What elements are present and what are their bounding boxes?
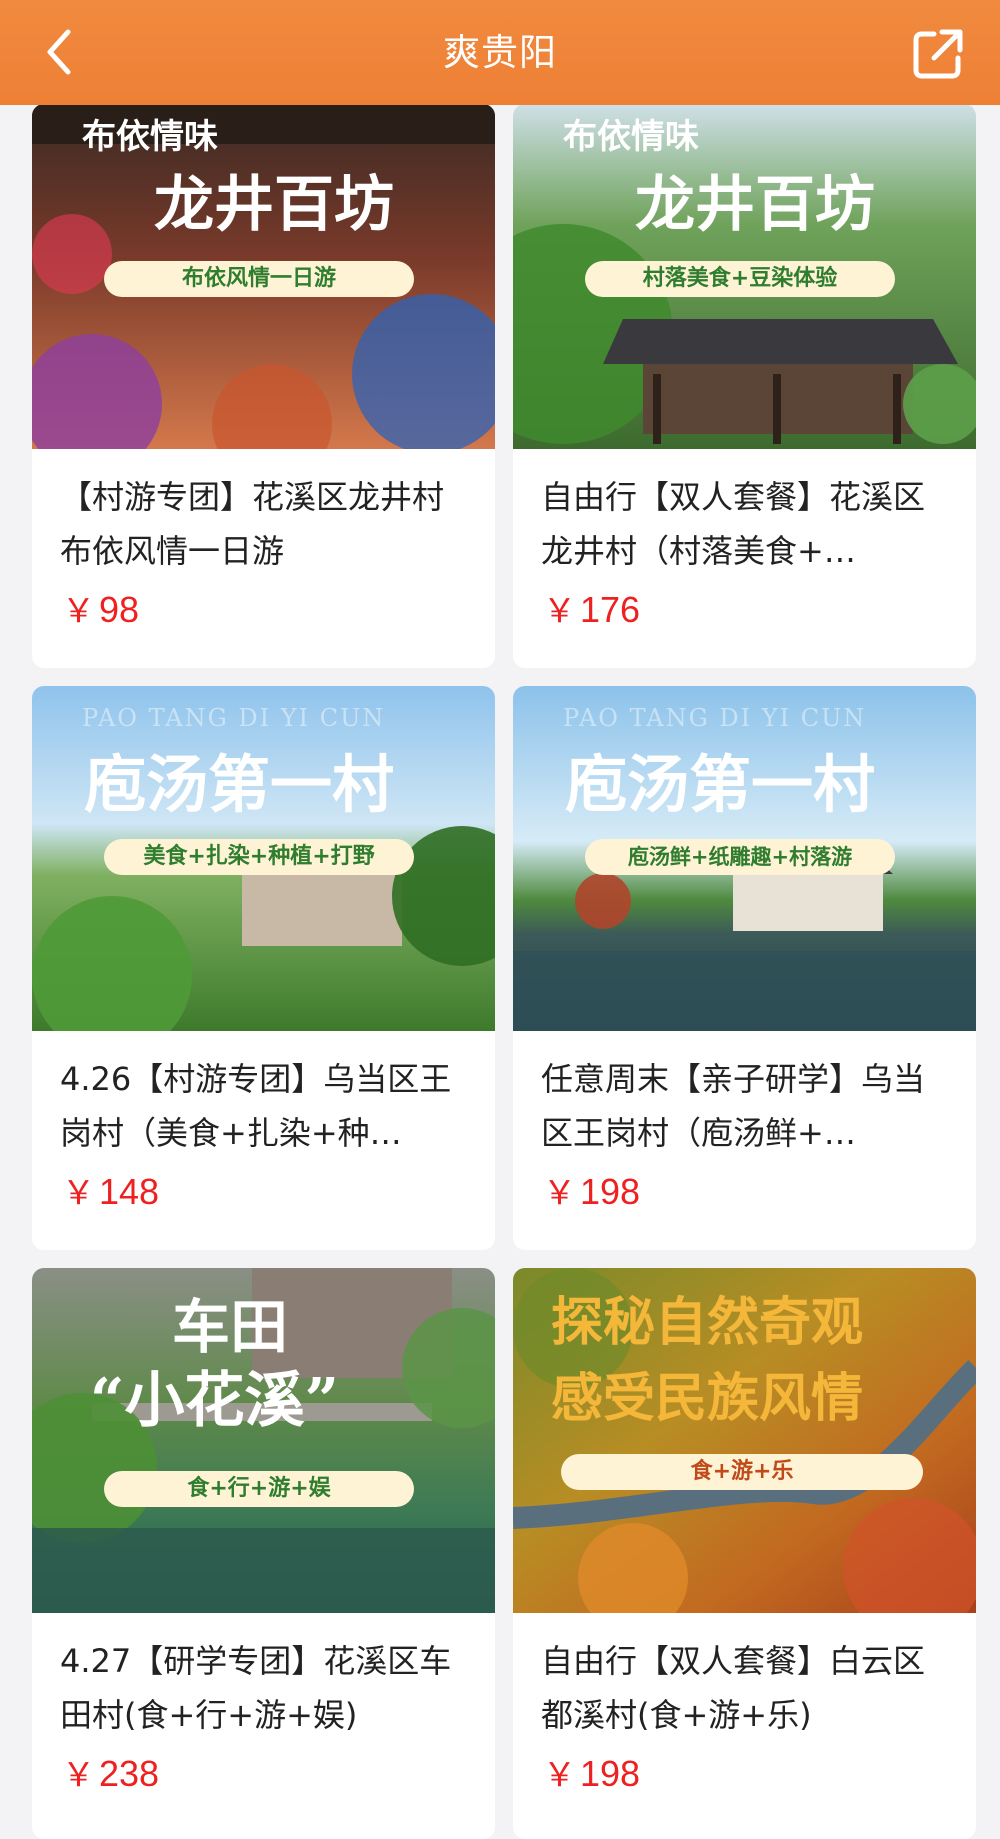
- currency-symbol: ￥: [62, 592, 95, 629]
- image-headline: “小花溪”: [90, 1366, 340, 1436]
- product-card[interactable]: PAO TANG DI YI CUN 庖汤第一村 美食+扎染+种植+打野 4.2…: [32, 686, 495, 1250]
- currency-symbol: ￥: [543, 1174, 576, 1211]
- product-card[interactable]: 车田 “小花溪” 食+行+游+娱 4.27【研学专团】花溪区车田村(食+行+游+…: [32, 1268, 495, 1839]
- product-card[interactable]: 布依情味 龙井百坊 布依风情一日游 【村游专团】花溪区龙井村布依风情一日游 ￥ 9…: [32, 104, 495, 668]
- product-name: 4.27【研学专团】花溪区车田村(食+行+游+娱): [60, 1642, 452, 1734]
- page-title: 爽贵阳: [443, 31, 557, 74]
- product-image: 探秘自然奇观 感受民族风情 食+游+乐: [513, 1268, 976, 1613]
- image-top-tag: 探秘自然奇观: [551, 1293, 864, 1353]
- price-value: 148: [99, 1171, 160, 1212]
- product-image: PAO TANG DI YI CUN 庖汤第一村 美食+扎染+种植+打野: [32, 686, 495, 1031]
- product-image: 布依情味 龙井百坊 村落美食+豆染体验: [513, 104, 976, 449]
- price-value: 98: [99, 589, 140, 630]
- price-value: 198: [580, 1753, 641, 1794]
- share-button[interactable]: [906, 22, 970, 86]
- image-ribbon: 村落美食+豆染体验: [585, 261, 895, 297]
- image-top-tag: PAO TANG DI YI CUN: [563, 704, 867, 732]
- image-ribbon: 食+行+游+娱: [104, 1471, 414, 1507]
- image-headline: 龙井百坊: [635, 170, 875, 240]
- image-top-tag: PAO TANG DI YI CUN: [82, 704, 386, 732]
- currency-symbol: ￥: [62, 1174, 95, 1211]
- product-card[interactable]: 布依情味 龙井百坊 村落美食+豆染体验 自由行【双人套餐】花溪区龙井村（村落美食…: [513, 104, 976, 668]
- product-price: ￥ 98: [62, 584, 139, 632]
- product-price: ￥ 198: [543, 1166, 640, 1214]
- product-image: 布依情味 龙井百坊 布依风情一日游: [32, 104, 495, 449]
- image-headline: 庖汤第一村: [84, 748, 395, 821]
- product-image: PAO TANG DI YI CUN 庖汤第一村 庖汤鲜+纸雕趣+村落游: [513, 686, 976, 1031]
- image-top-tag: 布依情味: [563, 117, 699, 157]
- product-name: 自由行【双人套餐】白云区都溪村(食+游+乐): [541, 1642, 926, 1734]
- product-name: 【村游专团】花溪区龙井村布依风情一日游: [60, 478, 445, 570]
- product-name: 自由行【双人套餐】花溪区龙井村（村落美食+…: [541, 478, 926, 570]
- currency-symbol: ￥: [543, 1756, 576, 1793]
- share-external-icon: [913, 29, 963, 79]
- image-headline: 庖汤第一村: [565, 748, 876, 821]
- image-headline: 龙井百坊: [154, 170, 394, 240]
- image-top-tag: 布依情味: [82, 117, 218, 157]
- image-ribbon: 庖汤鲜+纸雕趣+村落游: [585, 839, 895, 875]
- product-price: ￥ 148: [62, 1166, 159, 1214]
- product-price: ￥ 198: [543, 1748, 640, 1796]
- product-card[interactable]: PAO TANG DI YI CUN 庖汤第一村 庖汤鲜+纸雕趣+村落游 任意周…: [513, 686, 976, 1250]
- image-ribbon: 食+游+乐: [561, 1454, 923, 1490]
- product-grid: 布依情味 龙井百坊 布依风情一日游 【村游专团】花溪区龙井村布依风情一日游 ￥ 9…: [0, 0, 1000, 1839]
- currency-symbol: ￥: [543, 592, 576, 629]
- price-value: 238: [99, 1753, 160, 1794]
- product-price: ￥ 238: [62, 1748, 159, 1796]
- product-price: ￥ 176: [543, 584, 640, 632]
- product-image: 车田 “小花溪” 食+行+游+娱: [32, 1268, 495, 1613]
- image-headline: 感受民族风情: [551, 1369, 864, 1429]
- currency-symbol: ￥: [62, 1756, 95, 1793]
- top-nav-bar: 爽贵阳: [0, 0, 1000, 105]
- product-name: 任意周末【亲子研学】乌当区王岗村（庖汤鲜+…: [541, 1060, 926, 1152]
- image-ribbon: 美食+扎染+种植+打野: [104, 839, 414, 875]
- price-value: 198: [580, 1171, 641, 1212]
- product-card[interactable]: 探秘自然奇观 感受民族风情 食+游+乐 自由行【双人套餐】白云区都溪村(食+游+…: [513, 1268, 976, 1839]
- image-ribbon: 布依风情一日游: [104, 261, 414, 297]
- product-name: 4.26【村游专团】乌当区王岗村（美食+扎染+种…: [60, 1060, 452, 1152]
- price-value: 176: [580, 589, 641, 630]
